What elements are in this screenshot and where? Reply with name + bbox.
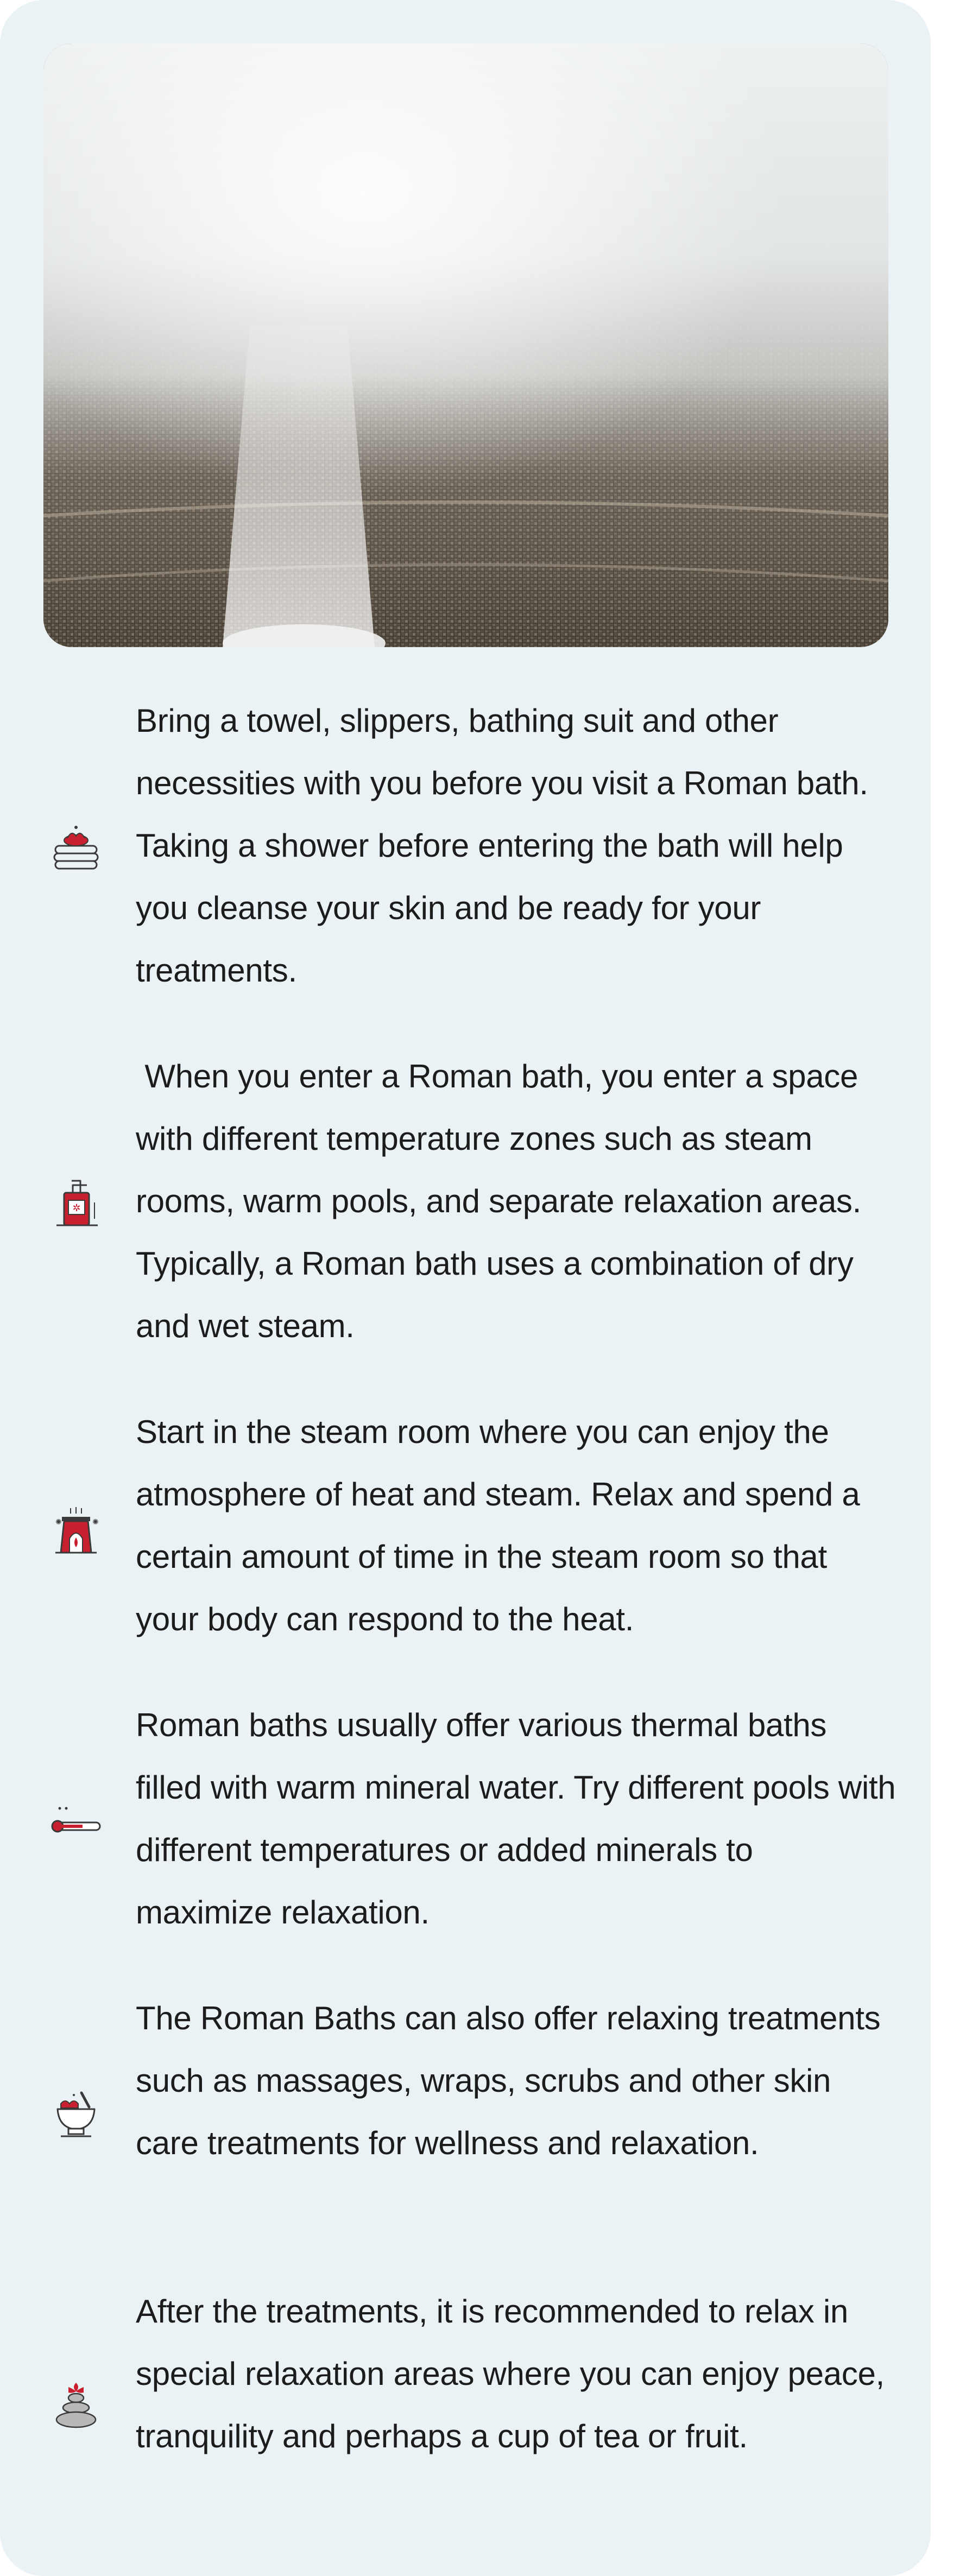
stacked-stones-icon bbox=[49, 2381, 103, 2435]
item-text: The Roman Baths can also offer relaxing … bbox=[136, 2000, 889, 2161]
towels-icon bbox=[49, 820, 103, 874]
svg-text:✺: ✺ bbox=[55, 1518, 62, 1527]
item-text: Start in the steam room where you can en… bbox=[136, 1414, 869, 1637]
item-text: When you enter a Roman bath, you enter a… bbox=[136, 1058, 870, 1344]
aroma-lamp-icon: ✺ ✺ bbox=[49, 1504, 103, 1558]
soap-dispenser-icon: ✲ bbox=[49, 1175, 103, 1230]
thermometer-icon bbox=[49, 1794, 103, 1849]
svg-text:✺: ✺ bbox=[92, 1518, 99, 1527]
svg-text:✲: ✲ bbox=[72, 1202, 80, 1214]
item-text: After the treatments, it is recommended … bbox=[136, 2293, 894, 2454]
steam-room-photo bbox=[43, 43, 888, 647]
content-card: Bring a towel, slippers, bathing suit an… bbox=[0, 0, 931, 2576]
mortar-pestle-icon bbox=[49, 2087, 103, 2142]
item-text: Bring a towel, slippers, bathing suit an… bbox=[136, 702, 877, 989]
item-text: Roman baths usually offer various therma… bbox=[136, 1707, 905, 1931]
